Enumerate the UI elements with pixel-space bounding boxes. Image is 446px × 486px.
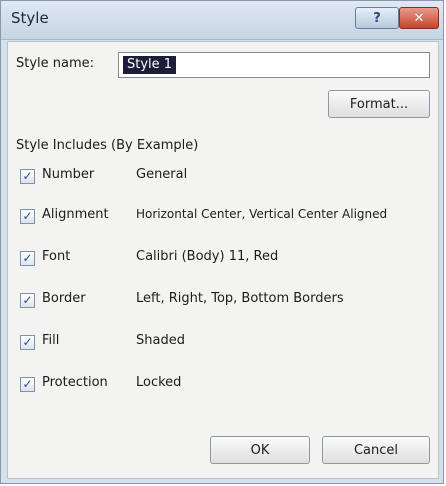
alignment-value: Horizontal Center, Vertical Center Align… [136,207,388,221]
cancel-button-label: Cancel [353,442,399,458]
style-includes-label: Style Includes (By Example) [16,138,199,153]
protection-label: Protection [42,375,108,390]
ok-button[interactable]: OK [210,436,310,464]
fill-checkbox[interactable]: ✓ [20,335,35,350]
style-name-label: Style name: [16,56,95,71]
number-checkbox[interactable]: ✓ [20,169,35,184]
fill-label: Fill [42,333,60,348]
close-button[interactable]: ✕ [399,7,439,29]
number-value: General [136,167,188,182]
title-bar[interactable]: Style ? ✕ [1,1,443,40]
alignment-label: Alignment [42,207,109,222]
format-button-label: Format... [349,96,409,112]
close-icon: ✕ [413,10,425,26]
help-icon: ? [373,10,381,26]
alignment-checkbox[interactable]: ✓ [20,209,35,224]
dialog-title: Style [11,9,49,27]
fill-value: Shaded [136,333,185,348]
dialog-body: Style name: Style 1 Format... Style Incl… [7,41,439,479]
protection-checkbox[interactable]: ✓ [20,377,35,392]
font-label: Font [42,249,71,264]
border-label: Border [42,291,86,306]
border-checkbox[interactable]: ✓ [20,293,35,308]
ok-button-label: OK [250,442,270,458]
style-name-value: Style 1 [123,56,177,74]
font-value: Calibri (Body) 11, Red [136,249,279,264]
protection-value: Locked [136,375,182,390]
help-button[interactable]: ? [355,7,399,29]
style-dialog: Style ? ✕ Style name: Style 1 Format... … [0,0,444,484]
font-checkbox[interactable]: ✓ [20,251,35,266]
number-label: Number [42,167,95,182]
border-value: Left, Right, Top, Bottom Borders [136,291,344,306]
format-button[interactable]: Format... [328,90,430,118]
cancel-button[interactable]: Cancel [322,436,430,464]
style-name-input[interactable]: Style 1 [118,52,430,78]
